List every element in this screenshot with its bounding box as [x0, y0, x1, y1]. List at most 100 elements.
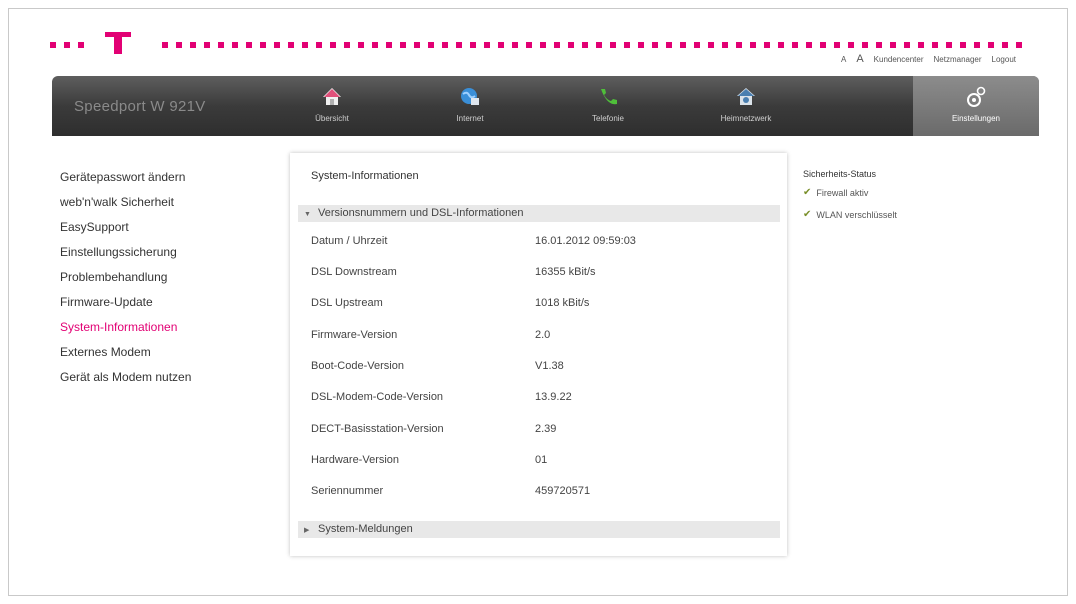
- logo-dot: [526, 42, 532, 48]
- header-links: A A Kundencenter Netzmanager Logout: [841, 53, 1016, 65]
- logo-dot: [974, 42, 980, 48]
- font-size-large-link[interactable]: A: [856, 53, 863, 65]
- logo-dot: [890, 42, 896, 48]
- home-network-icon: [737, 88, 755, 105]
- logo-dot: [904, 42, 910, 48]
- row-value: 01: [535, 454, 548, 466]
- logout-link[interactable]: Logout: [992, 55, 1016, 64]
- row-key: DSL Upstream: [311, 297, 383, 309]
- row-key: DSL Downstream: [311, 266, 397, 278]
- logo-dot: [988, 42, 994, 48]
- logo-dots-right: [162, 42, 1030, 48]
- table-row: Hardware-Version 01: [311, 454, 771, 470]
- logo-dot: [288, 42, 294, 48]
- logo-dot: [218, 42, 224, 48]
- logo-dot: [792, 42, 798, 48]
- table-row: DSL-Modem-Code-Version 13.9.22: [311, 391, 771, 407]
- table-row: DECT-Basisstation-Version 2.39: [311, 423, 771, 439]
- row-key: Hardware-Version: [311, 454, 400, 466]
- status-wlan: ✔ WLAN verschlüsselt: [803, 210, 897, 232]
- sidebar-item-external-modem[interactable]: Externes Modem: [60, 345, 191, 370]
- logo-dot: [414, 42, 420, 48]
- logo-dot: [932, 42, 938, 48]
- nav-home-network[interactable]: Heimnetzwerk: [696, 76, 796, 136]
- logo-dot: [456, 42, 462, 48]
- customer-center-link[interactable]: Kundencenter: [874, 55, 924, 64]
- table-row: DSL Downstream 16355 kBit/s: [311, 266, 771, 282]
- sidebar-item-device-password[interactable]: Gerätepasswort ändern: [60, 170, 191, 195]
- logo-dot: [722, 42, 728, 48]
- network-manager-link[interactable]: Netzmanager: [934, 55, 982, 64]
- nav-overview-label: Übersicht: [315, 114, 349, 123]
- logo-dot: [918, 42, 924, 48]
- logo-dot: [232, 42, 238, 48]
- logo-dot: [428, 42, 434, 48]
- nav-settings-label: Einstellungen: [951, 114, 1001, 123]
- logo-dot: [582, 42, 588, 48]
- section-versions-header[interactable]: ▼ Versionsnummern und DSL-Informationen: [298, 205, 780, 222]
- row-value: 16355 kBit/s: [535, 266, 596, 278]
- sidebar-item-settings-backup[interactable]: Einstellungssicherung: [60, 245, 191, 270]
- row-value: 1018 kBit/s: [535, 297, 590, 309]
- logo-dot: [610, 42, 616, 48]
- row-value: 16.01.2012 09:59:03: [535, 235, 636, 247]
- sidebar-item-use-as-modem[interactable]: Gerät als Modem nutzen: [60, 370, 191, 395]
- nav-home-network-label: Heimnetzwerk: [720, 114, 772, 123]
- settings-sidebar: Gerätepasswort ändern web'n'walk Sicherh…: [60, 170, 191, 395]
- row-key: Seriennummer: [311, 485, 384, 497]
- section-messages-header[interactable]: ▶ System-Meldungen: [298, 521, 780, 538]
- logo-dot: [666, 42, 672, 48]
- logo-dot: [834, 42, 840, 48]
- row-key: Datum / Uhrzeit: [311, 235, 388, 247]
- status-firewall-label: Firewall aktiv: [816, 188, 869, 198]
- logo-dot: [876, 42, 882, 48]
- font-size-small-link[interactable]: A: [841, 55, 846, 64]
- security-status: Sicherheits-Status ✔ Firewall aktiv ✔ WL…: [803, 169, 897, 232]
- logo-dot: [736, 42, 742, 48]
- row-key: DECT-Basisstation-Version: [311, 423, 444, 435]
- logo-dot: [554, 42, 560, 48]
- logo-dot: [778, 42, 784, 48]
- logo-dot: [1016, 42, 1022, 48]
- logo-dot: [708, 42, 714, 48]
- nav-settings[interactable]: Einstellungen: [913, 76, 1039, 136]
- logo-dot: [1002, 42, 1008, 48]
- logo-dot: [274, 42, 280, 48]
- globe-icon: [461, 88, 479, 105]
- telekom-t-logo[interactable]: [100, 24, 140, 54]
- nav-overview[interactable]: Übersicht: [282, 76, 382, 136]
- logo-dot: [176, 42, 182, 48]
- logo-dot: [638, 42, 644, 48]
- logo-dot: [358, 42, 364, 48]
- row-value: V1.38: [535, 360, 564, 372]
- row-key: Firmware-Version: [311, 329, 398, 341]
- section-messages-label: System-Meldungen: [318, 523, 413, 535]
- security-status-title: Sicherheits-Status: [803, 169, 877, 179]
- status-firewall: ✔ Firewall aktiv: [803, 188, 897, 210]
- main-navbar: Speedport W 921V Übersicht Internet Tele…: [52, 76, 1039, 136]
- sidebar-item-firmware-update[interactable]: Firmware-Update: [60, 295, 191, 320]
- page-title: System-Informationen: [311, 170, 419, 182]
- logo-dot: [848, 42, 854, 48]
- logo-dot: [498, 42, 504, 48]
- logo-dot: [512, 42, 518, 48]
- row-value: 2.39: [535, 423, 557, 435]
- row-key: Boot-Code-Version: [311, 360, 404, 372]
- logo-dot: [386, 42, 392, 48]
- row-value: 13.9.22: [535, 391, 572, 403]
- nav-internet[interactable]: Internet: [420, 76, 520, 136]
- nav-telephony-label: Telefonie: [591, 114, 625, 123]
- logo-dot: [344, 42, 350, 48]
- nav-telephony[interactable]: Telefonie: [558, 76, 658, 136]
- logo-dot: [162, 42, 168, 48]
- table-row: Datum / Uhrzeit 16.01.2012 09:59:03: [311, 235, 771, 251]
- status-wlan-label: WLAN verschlüsselt: [816, 210, 897, 220]
- sidebar-item-system-info[interactable]: System-Informationen: [60, 320, 191, 345]
- logo-dot: [330, 42, 336, 48]
- sidebar-item-troubleshooting[interactable]: Problembehandlung: [60, 270, 191, 295]
- sidebar-item-easysupport[interactable]: EasySupport: [60, 220, 191, 245]
- sidebar-item-webnwalk-security[interactable]: web'n'walk Sicherheit: [60, 195, 191, 220]
- table-row: Seriennummer 459720571: [311, 485, 771, 501]
- table-row: Firmware-Version 2.0: [311, 329, 771, 345]
- logo-dot: [302, 42, 308, 48]
